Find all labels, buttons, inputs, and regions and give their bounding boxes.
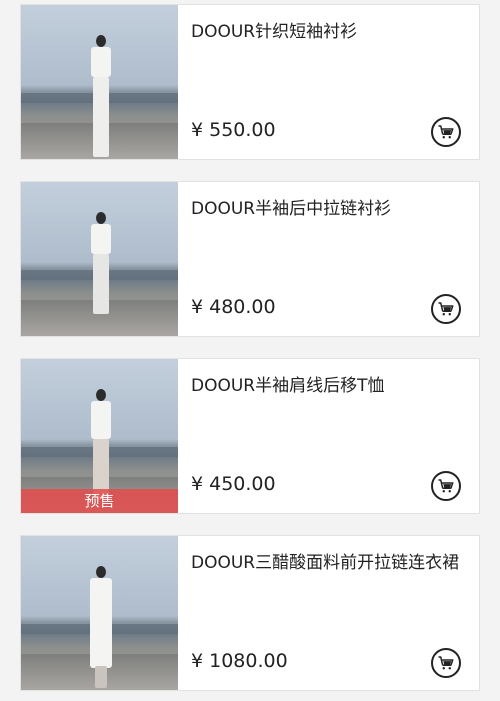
product-card[interactable]: DOOUR针织短袖衬衫 ¥ 550.00 — [20, 4, 480, 160]
product-title[interactable]: DOOUR半袖肩线后移T恤 — [191, 373, 465, 399]
shopping-cart-icon — [438, 302, 454, 316]
product-title[interactable]: DOOUR半袖后中拉链衬衫 — [191, 196, 465, 222]
product-price: ¥ 1080.00 — [191, 650, 288, 672]
product-title[interactable]: DOOUR三醋酸面料前开拉链连衣裙 — [191, 550, 465, 576]
presale-badge: 预售 — [21, 489, 178, 513]
model-legs — [93, 254, 109, 314]
model-head — [96, 389, 106, 401]
model-top — [91, 47, 111, 77]
product-image[interactable] — [21, 536, 178, 690]
model-top — [91, 224, 111, 254]
shopping-cart-icon — [438, 479, 454, 493]
product-card[interactable]: DOOUR三醋酸面料前开拉链连衣裙 ¥ 1080.00 — [20, 535, 480, 691]
model-figure — [89, 212, 113, 336]
model-pants — [93, 77, 109, 157]
model-head — [96, 212, 106, 224]
product-image[interactable] — [21, 5, 178, 159]
add-to-cart-button[interactable] — [431, 294, 461, 324]
shopping-cart-icon — [438, 125, 454, 139]
add-to-cart-button[interactable] — [431, 648, 461, 678]
model-figure — [89, 566, 113, 690]
product-image[interactable] — [21, 182, 178, 336]
product-price: ¥ 450.00 — [191, 473, 276, 495]
model-figure — [89, 35, 113, 159]
model-dress — [90, 578, 112, 668]
product-list: DOOUR针织短袖衬衫 ¥ 550.00 DOOUR半袖后中拉链衬衫 ¥ 480… — [0, 0, 500, 701]
model-head — [96, 566, 106, 578]
product-title[interactable]: DOOUR针织短袖衬衫 — [191, 19, 465, 45]
product-price: ¥ 550.00 — [191, 119, 276, 141]
add-to-cart-button[interactable] — [431, 471, 461, 501]
product-image[interactable]: 预售 — [21, 359, 178, 513]
model-legs — [95, 666, 107, 688]
shopping-cart-icon — [438, 656, 454, 670]
model-head — [96, 35, 106, 47]
product-card[interactable]: DOOUR半袖后中拉链衬衫 ¥ 480.00 — [20, 181, 480, 337]
model-top — [91, 401, 111, 439]
add-to-cart-button[interactable] — [431, 117, 461, 147]
product-card[interactable]: 预售 DOOUR半袖肩线后移T恤 ¥ 450.00 — [20, 358, 480, 514]
product-price: ¥ 480.00 — [191, 296, 276, 318]
